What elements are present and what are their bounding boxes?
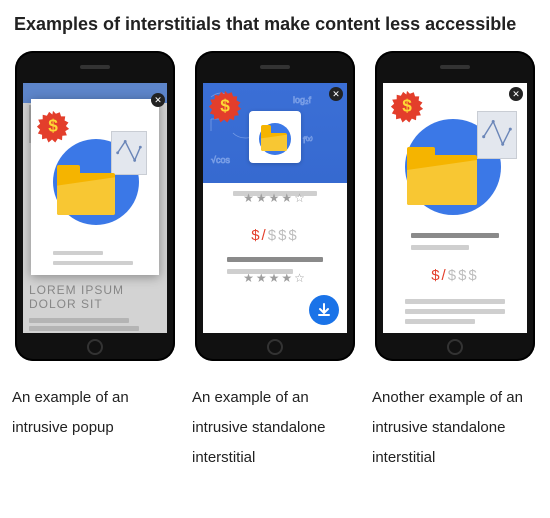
phone-frame: ✕ $ $/$$$: [375, 51, 535, 361]
phone-frame: log₂f f⁽ˣ⁾ √cos ✕ $ ★★★★☆ $/$$$: [195, 51, 355, 361]
star-rating: ★★★★☆: [203, 191, 347, 205]
phones-row: LOREM IPSUM dolor sit ✕ $ An exa: [10, 51, 540, 473]
price-badge-icon: $: [391, 91, 423, 123]
folder-icon: [57, 173, 115, 215]
text-line: [411, 233, 499, 238]
phone-speaker: [440, 65, 470, 69]
page-title: Examples of interstitials that make cont…: [14, 14, 540, 35]
close-icon[interactable]: ✕: [509, 87, 523, 101]
close-icon[interactable]: ✕: [151, 93, 165, 107]
ad-sheet: ★★★★☆ $/$$$: [203, 183, 347, 333]
phone-screen: log₂f f⁽ˣ⁾ √cos ✕ $ ★★★★☆ $/$$$: [203, 83, 347, 333]
text-line: [227, 257, 323, 262]
phone-screen: LOREM IPSUM dolor sit ✕ $: [23, 83, 167, 333]
phone-screen: ✕ $ $/$$$: [383, 83, 527, 333]
download-icon: [317, 303, 331, 317]
example-3: ✕ $ $/$$$ Another example of an intrusiv…: [370, 51, 540, 473]
svg-text:f⁽ˣ⁾: f⁽ˣ⁾: [303, 135, 313, 145]
price-text: $/$$$: [383, 267, 527, 284]
text-line: [411, 245, 469, 250]
phone-speaker: [260, 65, 290, 69]
home-button-icon: [87, 339, 103, 355]
svg-text:log₂f: log₂f: [293, 95, 312, 105]
phone-speaker: [80, 65, 110, 69]
home-button-icon: [447, 339, 463, 355]
download-button[interactable]: [309, 295, 339, 325]
folder-icon: [261, 133, 287, 151]
example-1: LOREM IPSUM dolor sit ✕ $ An exa: [10, 51, 180, 473]
popup-card: ✕ $: [31, 99, 159, 275]
paper-graphic: [477, 111, 517, 159]
folder-icon: [407, 155, 477, 205]
example-2: log₂f f⁽ˣ⁾ √cos ✕ $ ★★★★☆ $/$$$: [190, 51, 360, 473]
phone-frame: LOREM IPSUM dolor sit ✕ $: [15, 51, 175, 361]
text-line: [53, 251, 103, 255]
caption: An example of an intrusive standalone in…: [190, 383, 360, 473]
text-line: [227, 269, 293, 274]
caption: An example of an intrusive popup: [10, 383, 180, 443]
price-text: $/$$$: [203, 227, 347, 244]
text-line: [405, 299, 505, 304]
text-line: [405, 319, 475, 324]
svg-text:√cos: √cos: [211, 155, 230, 165]
app-icon-card: [249, 111, 301, 163]
home-button-icon: [267, 339, 283, 355]
text-line: [53, 261, 133, 265]
text-line: [405, 309, 505, 314]
paper-graphic: [111, 131, 147, 175]
price-badge-icon: $: [37, 111, 69, 143]
caption: Another example of an intrusive standalo…: [370, 383, 540, 473]
close-icon[interactable]: ✕: [329, 87, 343, 101]
